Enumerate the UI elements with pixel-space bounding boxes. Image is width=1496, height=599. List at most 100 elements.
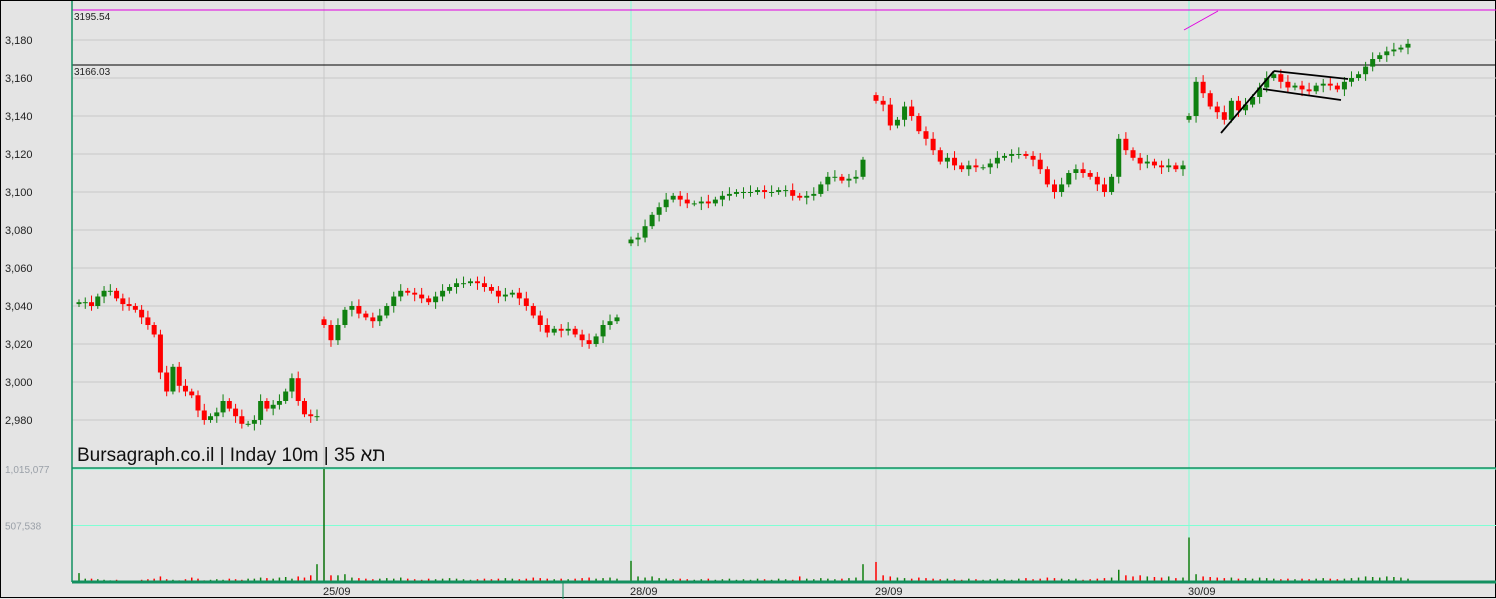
y-tick-label: 3,000 (5, 377, 33, 389)
candle-body (1271, 74, 1277, 78)
candle-body (1087, 173, 1093, 177)
candle-body (433, 296, 439, 303)
candle-body (558, 328, 564, 331)
candle-body (1173, 165, 1179, 170)
candle-body (698, 201, 704, 204)
candle-body (120, 298, 126, 305)
candle-body (189, 391, 195, 396)
y-tick-label: 3,100 (5, 187, 33, 199)
candle-body (481, 283, 487, 287)
candle-body (1051, 184, 1057, 192)
candle-body (1080, 169, 1086, 173)
candle-body (468, 281, 473, 284)
candle-body (391, 296, 397, 306)
candle-body (797, 195, 803, 198)
candle-body (987, 163, 993, 168)
candle-body (705, 201, 711, 204)
candle-body (1221, 112, 1227, 120)
candle-body (818, 184, 824, 194)
candle-body (755, 190, 761, 192)
candle-body (726, 193, 732, 196)
candle-body (572, 328, 578, 335)
candle-body (295, 378, 301, 401)
candle-body (1228, 100, 1234, 120)
candle-body (1292, 85, 1298, 88)
candle-body (1144, 161, 1150, 164)
candle-body (1207, 93, 1213, 107)
candle-body (719, 195, 725, 200)
candle-body (937, 150, 943, 162)
candle-body (923, 131, 929, 139)
candle-body (328, 325, 334, 341)
candle-body (635, 237, 641, 240)
candle-body (377, 315, 383, 322)
candle-body (600, 325, 606, 337)
candle-body (628, 239, 634, 244)
candle-body (642, 226, 648, 238)
candle-body (335, 325, 341, 341)
candle-body (1278, 74, 1284, 82)
candle-body (952, 157, 958, 166)
candle-body (748, 192, 754, 193)
volume-tick-label: 1,015,077 (5, 465, 50, 476)
candle-body (783, 190, 789, 192)
candle-body (930, 138, 936, 151)
candle-body (1299, 85, 1305, 90)
candle-body (769, 192, 775, 193)
candle-body (1200, 81, 1206, 94)
candle-body (1030, 155, 1036, 160)
candle-body (593, 336, 599, 344)
candle-body (551, 328, 557, 333)
candle-body (502, 294, 508, 297)
candle-body (419, 294, 425, 299)
candle-body (474, 281, 480, 284)
candle-body (586, 340, 592, 344)
candle-body (301, 401, 307, 415)
candle-body (762, 190, 768, 192)
candle-body (740, 192, 746, 193)
candle-body (76, 302, 82, 305)
candle-body (95, 296, 101, 306)
candle-body (1101, 184, 1107, 192)
candle-body (1348, 78, 1354, 82)
candle-body (1166, 165, 1172, 168)
candle-body (321, 319, 327, 325)
candle-body (832, 176, 838, 178)
candle-body (1094, 176, 1100, 185)
level-label: 3195.54 (74, 12, 111, 23)
x-tick-label: 29/09 (875, 586, 903, 598)
candle-body (1391, 49, 1397, 52)
candle-body (170, 366, 176, 392)
chart-window: 2,980 3,000 3,020 3,040 3,060 3,080 3,100 3,120… (0, 0, 1496, 599)
candle-body (670, 195, 676, 200)
candle-body (663, 199, 669, 208)
candle-body (1377, 55, 1383, 59)
candle-body (139, 309, 145, 318)
candle-body (226, 401, 232, 409)
candlestick-chart[interactable]: 2,980 3,000 3,020 3,040 3,060 3,080 3,100 3,120… (1, 1, 1496, 599)
candle-body (82, 302, 88, 304)
candle-body (426, 298, 432, 303)
candle-body (544, 325, 550, 333)
candle-body (440, 290, 446, 297)
candle-body (649, 214, 655, 227)
candle-body (1341, 81, 1347, 90)
candle-body (980, 167, 986, 169)
candle-body (233, 408, 239, 417)
candle-body (804, 195, 810, 198)
candle-body (1002, 155, 1008, 158)
y-tick-label: 3,120 (5, 149, 33, 161)
candle-body (1044, 169, 1050, 185)
candle-body (994, 157, 1000, 164)
volume-tick-label: 507,538 (5, 522, 42, 533)
candle-body (1214, 106, 1220, 113)
candle-body (684, 199, 690, 204)
candle-body (370, 317, 376, 322)
candle-body (454, 283, 460, 287)
candle-body (1356, 74, 1362, 78)
y-tick-label: 3,180 (5, 35, 33, 47)
candle-body (258, 401, 264, 420)
candle-body (1334, 85, 1340, 90)
y-tick-label: 3,040 (5, 301, 33, 313)
candle-body (356, 306, 362, 314)
